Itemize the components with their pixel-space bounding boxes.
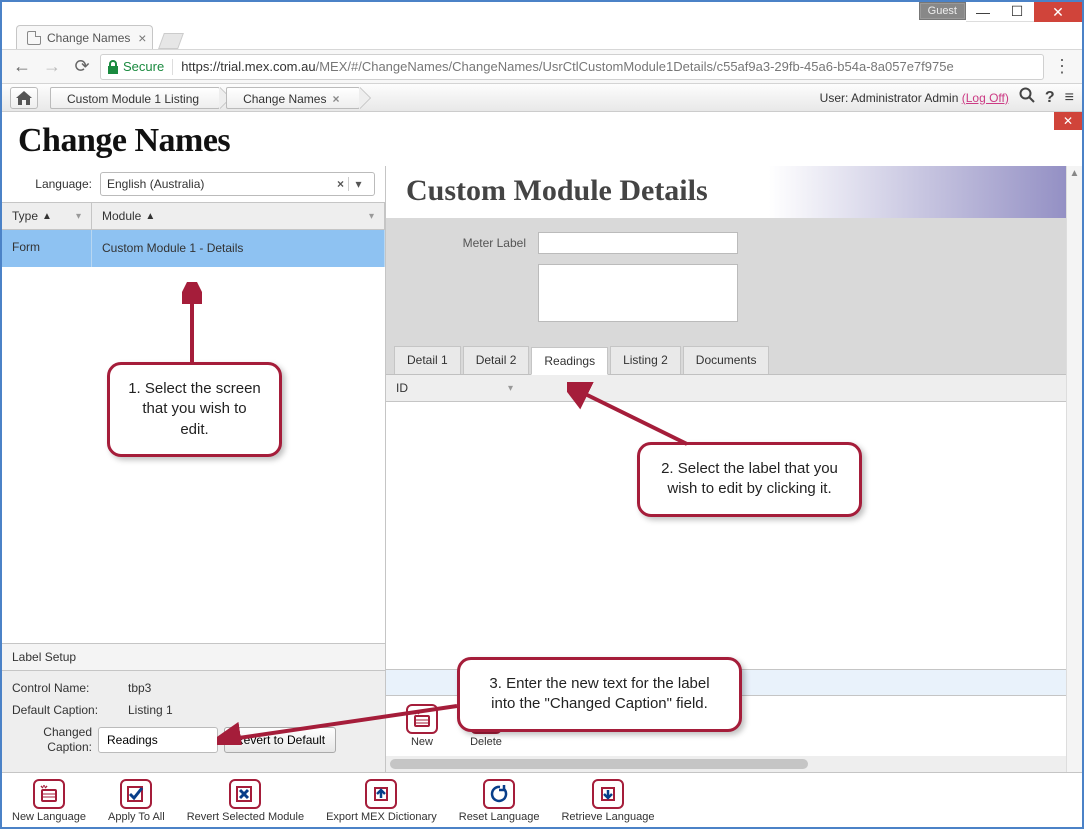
address-bar: ← → ⟳ Secure https://trial.mex.com.au/ME… [2, 50, 1082, 84]
page-title: Change Names [18, 122, 1066, 160]
maximize-button[interactable]: ☐ [1000, 2, 1034, 22]
control-name-label: Control Name: [12, 681, 122, 695]
sort-asc-icon: ▲ [42, 211, 52, 222]
url-host: https://trial.mex.com.au [181, 59, 315, 74]
logoff-link[interactable]: (Log Off) [962, 91, 1009, 105]
detail-tab[interactable]: Readings [531, 347, 608, 375]
new-tab-button[interactable] [158, 33, 184, 49]
detail-tab[interactable]: Detail 1 [394, 346, 461, 374]
control-name-value: tbp3 [128, 681, 151, 695]
breadcrumb-item[interactable]: Change Names× [226, 87, 360, 109]
vertical-scrollbar[interactable]: ▲ [1066, 166, 1082, 772]
retrieve-language-button[interactable]: Retrieve Language [561, 779, 654, 823]
new-icon [406, 704, 438, 734]
cell-type: Form [2, 230, 92, 267]
browser-menu-button[interactable]: ⋮ [1050, 56, 1074, 77]
back-button[interactable]: ← [10, 55, 34, 79]
callout-2: 2. Select the label that you wish to edi… [637, 442, 862, 517]
chevron-down-icon[interactable]: ▾ [508, 383, 513, 394]
column-type[interactable]: Type ▲▾ [2, 203, 92, 229]
bottom-action-bar: New Language Apply To All Revert Selecte… [2, 772, 1082, 827]
subgrid-header: ID ▾ [386, 375, 1082, 402]
panel-close-button[interactable]: ✕ [1054, 112, 1082, 130]
help-icon[interactable]: ? [1045, 89, 1055, 107]
retrieve-icon [592, 779, 624, 809]
revert-icon [229, 779, 261, 809]
chevron-down-icon[interactable]: ▾ [348, 177, 368, 191]
reload-button[interactable]: ⟳ [70, 55, 94, 79]
column-module[interactable]: Module ▲▾ [92, 203, 385, 229]
apply-icon [120, 779, 152, 809]
horizontal-scrollbar[interactable] [386, 756, 1082, 772]
guest-badge: Guest [919, 2, 966, 20]
chevron-down-icon[interactable]: ▾ [369, 211, 374, 222]
page-icon [27, 31, 41, 45]
changed-caption-label: Changed Caption: [12, 725, 92, 754]
new-language-button[interactable]: New Language [12, 779, 86, 823]
revert-module-button[interactable]: Revert Selected Module [187, 779, 304, 823]
detail-tabs: Detail 1Detail 2ReadingsListing 2Documen… [386, 346, 1082, 375]
callout-3: 3. Enter the new text for the label into… [457, 657, 742, 732]
reset-icon [483, 779, 515, 809]
chevron-down-icon[interactable]: ▾ [76, 211, 81, 222]
lock-icon [107, 60, 119, 74]
browser-tab[interactable]: Change Names × [16, 25, 153, 49]
close-icon[interactable]: × [332, 92, 339, 106]
browser-tab-title: Change Names [47, 31, 130, 45]
meter-label-label: Meter Label [446, 232, 526, 250]
home-button[interactable] [10, 87, 38, 109]
user-label: User: Administrator Admin (Log Off) [820, 91, 1009, 105]
breadcrumb-item[interactable]: Custom Module 1 Listing [50, 87, 220, 109]
detail-tab[interactable]: Listing 2 [610, 346, 681, 374]
export-icon [365, 779, 397, 809]
clear-icon[interactable]: × [333, 177, 348, 191]
description-input[interactable] [538, 264, 738, 322]
module-grid-header: Type ▲▾ Module ▲▾ [2, 202, 385, 230]
detail-title: Custom Module Details [406, 174, 1062, 208]
detail-tab[interactable]: Detail 2 [463, 346, 530, 374]
new-language-icon [33, 779, 65, 809]
default-caption-label: Default Caption: [12, 703, 122, 717]
language-select[interactable]: English (Australia) × ▾ [100, 172, 375, 196]
language-value: English (Australia) [107, 177, 204, 191]
label-setup-panel: Label Setup Control Name: tbp3 Default Ca… [2, 643, 385, 772]
language-label: Language: [12, 177, 92, 191]
revert-to-default-button[interactable]: Revert to Default [224, 727, 336, 753]
minimize-button[interactable]: — [966, 2, 1000, 22]
search-icon[interactable] [1019, 87, 1035, 108]
apply-to-all-button[interactable]: Apply To All [108, 779, 165, 823]
form-area: Meter Label Desc [386, 218, 1082, 346]
forward-button[interactable]: → [40, 55, 64, 79]
cell-module: Custom Module 1 - Details [92, 230, 385, 267]
sort-asc-icon: ▲ [145, 211, 155, 222]
export-dictionary-button[interactable]: Export MEX Dictionary [326, 779, 437, 823]
window-close-button[interactable]: ✕ [1034, 2, 1082, 22]
subgrid-col-id[interactable]: ID [396, 381, 408, 395]
hamburger-icon[interactable]: ≡ [1065, 89, 1074, 107]
label-setup-title: Label Setup [2, 644, 385, 671]
module-row-selected[interactable]: Form Custom Module 1 - Details [2, 230, 385, 267]
browser-tab-row: Change Names × [2, 22, 1082, 50]
tab-close-icon[interactable]: × [138, 30, 146, 46]
callout-1: 1. Select the screen that you wish to ed… [107, 362, 282, 457]
omnibox[interactable]: Secure https://trial.mex.com.au/MEX/#/Ch… [100, 54, 1044, 80]
changed-caption-input[interactable] [98, 727, 218, 753]
default-caption-value: Listing 1 [128, 703, 173, 717]
detail-tab[interactable]: Documents [683, 346, 770, 374]
new-row-button[interactable]: New [400, 704, 444, 748]
meter-label-input[interactable] [538, 232, 738, 254]
url-path: /MEX/#/ChangeNames/ChangeNames/UsrCtlCus… [316, 59, 954, 74]
app-toolbar: Custom Module 1 Listing Change Names× Us… [2, 84, 1082, 112]
secure-indicator: Secure [107, 59, 164, 74]
reset-language-button[interactable]: Reset Language [459, 779, 540, 823]
